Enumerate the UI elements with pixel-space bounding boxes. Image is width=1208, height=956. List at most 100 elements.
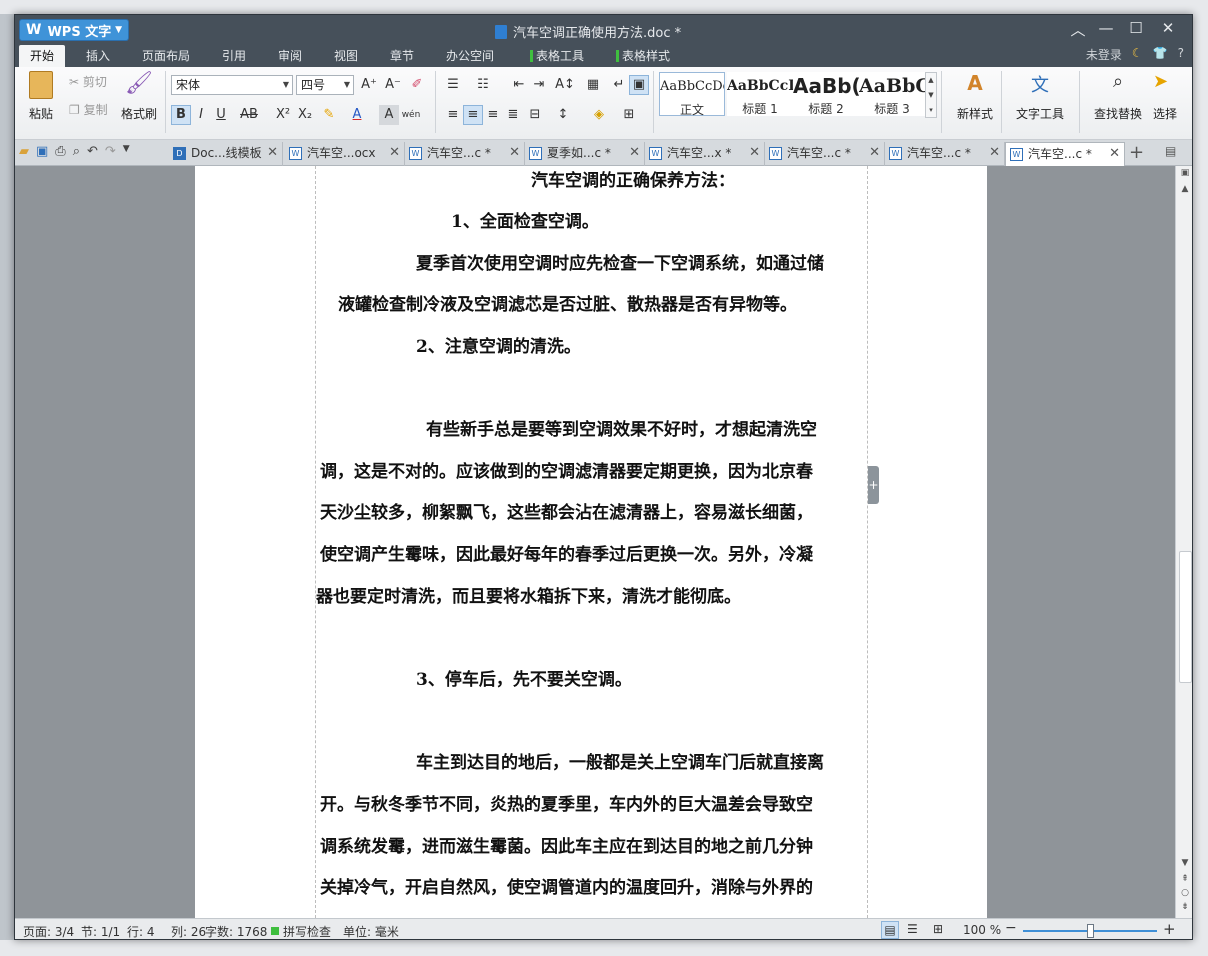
- spell-check-toggle[interactable]: 拼写检查: [283, 923, 331, 939]
- line-spacing-icon[interactable]: ↕: [553, 105, 573, 125]
- doc-tab[interactable]: W 汽车空...c * ✕: [765, 142, 885, 166]
- print-preview-icon[interactable]: ⌕: [73, 144, 80, 159]
- grow-font-icon[interactable]: A⁺: [359, 75, 379, 95]
- app-menu-button[interactable]: W WPS 文字 ▼: [19, 19, 129, 41]
- cut-button[interactable]: ✂ 剪切: [69, 73, 119, 90]
- help-button[interactable]: ?: [1178, 46, 1184, 63]
- save-icon[interactable]: ▣: [36, 144, 48, 159]
- close-icon[interactable]: ✕: [749, 142, 760, 164]
- new-style-button[interactable]: A 新样式: [945, 71, 1005, 122]
- table-grid-icon[interactable]: ▦: [583, 75, 603, 95]
- increase-indent-icon[interactable]: ⇥: [529, 75, 549, 95]
- clear-format-icon[interactable]: ✐: [407, 75, 427, 95]
- tab-review[interactable]: 审阅: [267, 45, 313, 67]
- maximize-button[interactable]: ☐: [1123, 19, 1149, 37]
- skin-icon[interactable]: ☾: [1132, 46, 1143, 63]
- customize-toolbar-icon[interactable]: ▼: [123, 144, 130, 159]
- superscript-icon[interactable]: X²: [273, 105, 293, 125]
- text-tools-button[interactable]: 文 文字工具: [1009, 71, 1071, 122]
- close-icon[interactable]: ✕: [267, 142, 278, 164]
- tab-page-layout[interactable]: 页面布局: [133, 45, 199, 67]
- numbered-list-icon[interactable]: ☷: [473, 75, 493, 95]
- close-icon[interactable]: ✕: [389, 142, 400, 164]
- page-view-icon[interactable]: ▤: [881, 921, 899, 939]
- page-view-icon[interactable]: ▣: [1176, 168, 1192, 178]
- close-icon[interactable]: ✕: [989, 142, 1000, 164]
- close-button[interactable]: ✕: [1155, 19, 1181, 37]
- redo-icon[interactable]: ↷: [105, 144, 116, 159]
- word-count[interactable]: 字数: 1768: [205, 923, 267, 939]
- next-page-icon[interactable]: ⇟: [1176, 902, 1192, 912]
- web-view-icon[interactable]: ⊞: [933, 922, 943, 936]
- tab-home[interactable]: 开始: [19, 45, 65, 67]
- char-shading-icon[interactable]: A: [379, 105, 399, 125]
- scrollbar-thumb[interactable]: [1179, 551, 1192, 683]
- zoom-out-icon[interactable]: −: [1005, 920, 1017, 936]
- copy-button[interactable]: ❐ 复制: [69, 101, 119, 118]
- close-icon[interactable]: ✕: [629, 142, 640, 164]
- shading-fill-icon[interactable]: ◈: [589, 105, 609, 125]
- select-browse-object-icon[interactable]: ○: [1176, 888, 1192, 898]
- doc-tab[interactable]: W 汽车空...x * ✕: [645, 142, 765, 166]
- vertical-scrollbar[interactable]: ▣ ▲ ▼ ⇞ ○ ⇟: [1175, 166, 1192, 918]
- page-indicator[interactable]: 页面: 3/4: [23, 923, 74, 939]
- close-icon[interactable]: ✕: [509, 142, 520, 164]
- doc-tab-active[interactable]: W 汽车空...c * ✕: [1005, 142, 1125, 166]
- document-page[interactable]: 汽车空调的正确保养方法： 1、全面检查空调。 夏季首次使用空调时应先检查一下空调…: [195, 166, 987, 918]
- subscript-icon[interactable]: X₂: [295, 105, 315, 125]
- paste-button[interactable]: 粘贴: [21, 71, 61, 122]
- format-painter-button[interactable]: 🖌 格式刷: [117, 71, 161, 122]
- font-color-icon[interactable]: A: [347, 105, 367, 125]
- doc-tab[interactable]: W 汽车空...ocx ✕: [285, 142, 405, 166]
- collapse-ribbon-icon[interactable]: ︿: [1065, 19, 1091, 40]
- align-right-icon[interactable]: ≡: [483, 105, 503, 125]
- tab-references[interactable]: 引用: [211, 45, 257, 67]
- align-left-icon[interactable]: ≡: [443, 105, 463, 125]
- minimize-button[interactable]: —: [1093, 19, 1119, 37]
- highlight-icon[interactable]: ✎: [319, 105, 339, 125]
- select-button[interactable]: ➤ 选择: [1153, 71, 1191, 122]
- scroll-down-icon[interactable]: ▼: [1176, 858, 1192, 868]
- scroll-up-icon[interactable]: ▲: [1176, 184, 1192, 194]
- distributed-align-icon[interactable]: ⊟: [525, 105, 545, 125]
- align-center-icon[interactable]: ≡: [463, 105, 483, 125]
- paragraph-mark-icon[interactable]: ↵: [609, 75, 629, 95]
- font-name-select[interactable]: 宋体 ▼: [171, 75, 293, 95]
- text-area[interactable]: 汽车空调的正确保养方法： 1、全面检查空调。 夏季首次使用空调时应先检查一下空调…: [315, 166, 868, 918]
- underline-icon[interactable]: U: [211, 105, 231, 125]
- style-heading-2[interactable]: AaBb( 标题 2: [793, 72, 859, 116]
- shrink-font-icon[interactable]: A⁻: [383, 75, 403, 95]
- text-direction-icon[interactable]: A↕: [555, 75, 575, 95]
- previous-page-icon[interactable]: ⇞: [1176, 874, 1192, 884]
- doc-tab[interactable]: W 汽车空...c * ✕: [885, 142, 1005, 166]
- find-replace-button[interactable]: ⌕ 查找替换: [1087, 71, 1149, 122]
- borders-icon[interactable]: ⊞: [619, 105, 639, 125]
- tab-insert[interactable]: 插入: [75, 45, 121, 67]
- doc-tab[interactable]: W 夏季如...c * ✕: [525, 142, 645, 166]
- decrease-indent-icon[interactable]: ⇤: [509, 75, 529, 95]
- tab-list-icon[interactable]: ▤: [1165, 144, 1176, 158]
- unit-indicator[interactable]: 单位: 毫米: [343, 923, 399, 939]
- tab-table-tools[interactable]: 表格工具: [521, 45, 593, 67]
- doc-tab[interactable]: W 汽车空...c * ✕: [405, 142, 525, 166]
- justify-icon[interactable]: ≣: [503, 105, 523, 125]
- italic-icon[interactable]: I: [191, 105, 211, 125]
- tab-office-space[interactable]: 办公空间: [437, 45, 503, 67]
- zoom-level[interactable]: 100 %: [963, 923, 1001, 937]
- tab-chapter[interactable]: 章节: [379, 45, 425, 67]
- close-icon[interactable]: ✕: [869, 142, 880, 164]
- undo-icon[interactable]: ↶: [87, 144, 98, 159]
- zoom-in-icon[interactable]: +: [1163, 920, 1176, 938]
- login-link[interactable]: 未登录: [1086, 46, 1122, 63]
- show-hide-icon[interactable]: ▣: [629, 75, 649, 95]
- style-heading-1[interactable]: AaBbCcDd 标题 1: [727, 72, 793, 116]
- style-normal[interactable]: AaBbCcDd 正文: [659, 72, 725, 117]
- open-folder-icon[interactable]: ▰: [19, 144, 29, 159]
- close-icon[interactable]: ✕: [1109, 143, 1120, 165]
- outline-view-icon[interactable]: ☰: [907, 922, 918, 936]
- bold-icon[interactable]: B: [171, 105, 191, 125]
- style-heading-3[interactable]: AaBbC 标题 3: [859, 72, 925, 116]
- strikethrough-icon[interactable]: AB: [237, 105, 261, 125]
- style-gallery-scroll[interactable]: ▲ ▼ ▾: [925, 72, 937, 118]
- new-tab-icon[interactable]: +: [1129, 142, 1144, 163]
